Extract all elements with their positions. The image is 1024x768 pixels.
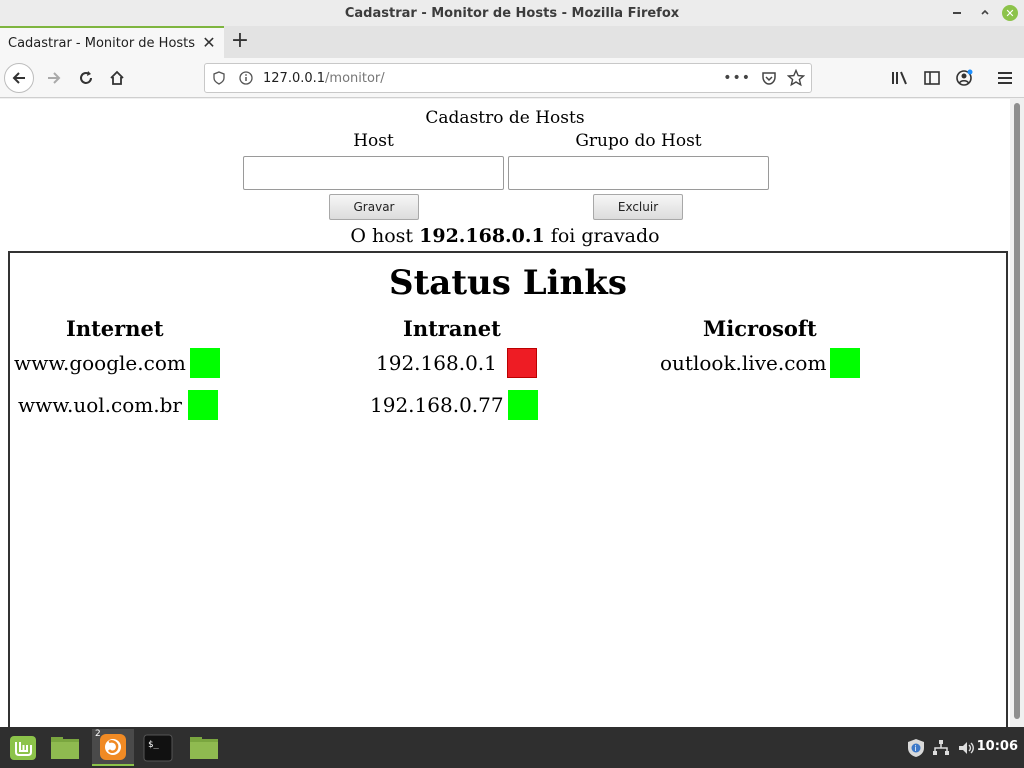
firefox-badge: 2 [95, 729, 101, 739]
host-row: www.uol.com.br [18, 390, 218, 420]
host-name: outlook.live.com [660, 351, 827, 375]
tab-close-icon[interactable]: ✕ [200, 34, 218, 52]
home-icon[interactable] [103, 64, 131, 92]
status-links-panel: Status Links Internet www.google.com www… [8, 251, 1008, 741]
url-host: 127.0.0.1 [263, 70, 326, 86]
host-row: 192.168.0.77 [370, 390, 538, 420]
scrollbar-thumb[interactable] [1014, 103, 1020, 719]
host-name: www.google.com [14, 351, 186, 375]
window-title: Cadastrar - Monitor de Hosts - Mozilla F… [344, 5, 680, 21]
status-indicator-up [507, 390, 538, 420]
back-icon[interactable] [4, 63, 34, 93]
url-path: /monitor/ [325, 70, 385, 86]
tab-strip: Cadastrar - Monitor de Hosts ✕ + [0, 26, 1024, 58]
save-button[interactable]: Gravar [329, 194, 419, 220]
shield-update-icon[interactable]: i [906, 738, 926, 758]
group-heading-intranet: Intranet [403, 316, 501, 341]
status-message: O host 192.168.0.1 foi gravado [0, 225, 1010, 247]
status-indicator-down [506, 348, 537, 378]
group-heading-internet: Internet [66, 316, 164, 341]
account-icon[interactable] [950, 64, 978, 92]
sidebar-icon[interactable] [918, 64, 946, 92]
tracking-shield-icon[interactable] [213, 71, 229, 85]
minimize-icon[interactable] [946, 3, 968, 23]
terminal-icon[interactable]: $_ [137, 729, 179, 766]
message-host: 192.168.0.1 [419, 225, 545, 247]
close-window-icon[interactable]: ✕ [1002, 5, 1018, 21]
message-prefix: O host [350, 225, 414, 247]
firefox-icon[interactable]: 2 [92, 729, 134, 766]
mint-menu-icon[interactable] [2, 729, 44, 766]
tab-title: Cadastrar - Monitor de Hosts [8, 35, 196, 51]
host-input[interactable] [243, 156, 504, 190]
new-tab-icon[interactable]: + [228, 30, 252, 54]
host-group-label: Grupo do Host [575, 131, 702, 151]
browser-tab[interactable]: Cadastrar - Monitor de Hosts ✕ [0, 26, 224, 58]
delete-button[interactable]: Excluir [593, 194, 683, 220]
host-name: 192.168.0.77 [370, 393, 504, 417]
reload-icon[interactable] [72, 64, 100, 92]
page-actions-icon[interactable]: ••• [723, 70, 751, 86]
svg-text:i: i [914, 744, 916, 753]
status-indicator-up [187, 390, 218, 420]
svg-text:$_: $_ [148, 740, 159, 750]
pocket-icon[interactable] [761, 70, 777, 86]
status-title: Status Links [389, 263, 627, 303]
maximize-icon[interactable] [974, 3, 996, 23]
page-content: Cadastro de Hosts Host Grupo do Host Gra… [0, 99, 1010, 741]
status-indicator-up [189, 348, 220, 378]
host-row: outlook.live.com [660, 348, 861, 378]
host-label: Host [353, 131, 394, 151]
network-icon[interactable] [931, 738, 951, 758]
library-icon[interactable] [886, 64, 914, 92]
window-titlebar: Cadastrar - Monitor de Hosts - Mozilla F… [0, 0, 1024, 26]
taskbar: 2 $_ i 10:06 [0, 727, 1024, 768]
host-name: www.uol.com.br [18, 393, 182, 417]
group-heading-microsoft: Microsoft [703, 316, 817, 341]
host-name: 192.168.0.1 [376, 351, 497, 375]
clock[interactable]: 10:06 [977, 739, 1018, 754]
host-row: 192.168.0.1 [376, 348, 537, 378]
files-folder-icon[interactable] [44, 729, 86, 766]
host-row: www.google.com [14, 348, 220, 378]
window-controls: ✕ [946, 3, 1018, 23]
url-bar[interactable]: 127.0.0.1/monitor/ ••• [204, 63, 812, 93]
message-suffix: foi gravado [550, 225, 660, 247]
folder-icon[interactable] [183, 729, 225, 766]
navigation-bar: 127.0.0.1/monitor/ ••• [0, 58, 1024, 98]
site-info-icon[interactable] [239, 71, 255, 85]
bookmark-star-icon[interactable] [786, 68, 806, 87]
status-indicator-up [830, 348, 861, 378]
forward-icon[interactable] [40, 64, 68, 92]
volume-icon[interactable] [956, 738, 976, 758]
form-title: Cadastro de Hosts [425, 108, 585, 128]
hamburger-menu-icon[interactable] [991, 64, 1019, 92]
vertical-scrollbar[interactable] [1010, 99, 1024, 727]
host-group-input[interactable] [508, 156, 769, 190]
